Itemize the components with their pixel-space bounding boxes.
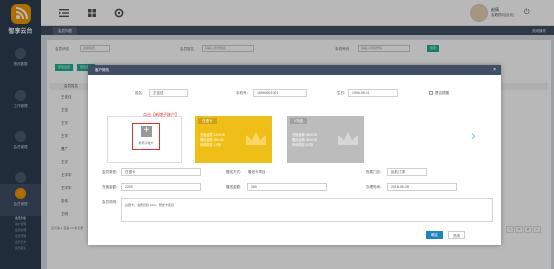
phone-label: 手机号：	[236, 91, 250, 95]
edit-customer-modal: 客户修改 × 姓名： 王佳佳 手机号： 15994021021 生日： 1996…	[88, 65, 501, 245]
store-select[interactable]: 民航江滨	[387, 168, 427, 176]
name-field[interactable]: 王佳佳	[149, 89, 188, 97]
card-carousel: + 新增子账户 点击【新增子账户】 白银卡 充值金额 2200.00 赠送金额 …	[97, 112, 467, 164]
cancel-button[interactable]: 关闭	[448, 231, 465, 239]
add-subaccount-card[interactable]: + 新增子账户 点击【新增子账户】	[107, 112, 182, 163]
modal-title: 客户修改	[95, 68, 109, 72]
card-type-label: 会员类型：	[102, 170, 120, 174]
date-field[interactable]: 2018-05-28	[387, 183, 457, 191]
recharge-field[interactable]: 2200	[121, 183, 201, 191]
confirm-button[interactable]: 确定	[426, 231, 443, 239]
card-badge: 白银卡	[198, 118, 217, 124]
pay-value[interactable]: 赠送卡项目	[248, 170, 266, 175]
annotation-text: 点击【新增子账户】	[143, 112, 179, 117]
member-card-silver[interactable]: 白银卡 充值金额 2200.00 赠送金额 260.00 有效期至 1.0折	[195, 116, 272, 163]
phone-field[interactable]: 15994021021	[253, 89, 307, 97]
remind-label: 是否提醒	[435, 91, 449, 95]
card-line: 有效期至 6.0折	[292, 143, 314, 147]
store-label: 所属门店：	[366, 170, 384, 174]
remark-label: 会员说明：	[102, 200, 120, 204]
plus-icon: +	[141, 126, 152, 137]
modal-header: 客户修改 ×	[88, 65, 501, 75]
add-subaccount-label: 新增子账户	[138, 141, 154, 145]
card-details: 充值金额 3600.00 赠送金额 3600.00 有效期至 6.0折	[292, 133, 317, 148]
remark-textarea[interactable]: 白银卡，消费折扣 10%，赠送卡项目	[121, 198, 493, 222]
name-label: 姓名：	[135, 91, 146, 95]
next-card-arrow[interactable]: ›	[471, 127, 476, 143]
remind-checkbox[interactable]	[429, 91, 433, 95]
card-badge: V铂金	[290, 118, 308, 124]
pay-label: 赠送方式：	[226, 170, 244, 174]
date-label: 办理时间：	[366, 185, 384, 189]
recharge-label: 充值金额：	[102, 185, 120, 189]
gift-label: 赠送金额：	[226, 185, 244, 189]
card-type-select[interactable]: 白银卡	[121, 168, 201, 176]
member-card-platinum[interactable]: V铂金 充值金额 3600.00 赠送金额 3600.00 有效期至 6.0折	[287, 116, 364, 163]
crown-icon	[246, 132, 266, 145]
birthday-label: 生日：	[337, 91, 348, 95]
close-icon[interactable]: ×	[493, 65, 496, 75]
crown-icon	[338, 132, 358, 145]
card-line: 有效期至 1.0折	[200, 143, 222, 147]
add-subaccount-button[interactable]: + 新增子账户	[132, 123, 160, 150]
birthday-field[interactable]: 1996-05-11	[348, 89, 398, 97]
card-details: 充值金额 2200.00 赠送金额 260.00 有效期至 1.0折	[200, 133, 225, 148]
gift-field[interactable]: 260	[247, 183, 327, 191]
